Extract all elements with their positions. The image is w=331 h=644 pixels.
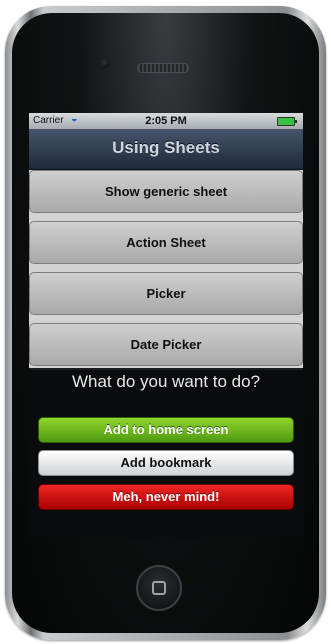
action-sheet: What do you want to do? Add to home scre… xyxy=(29,368,303,537)
action-sheet-title: What do you want to do? xyxy=(71,372,261,391)
home-button[interactable] xyxy=(136,565,182,611)
status-bar: Carrier ◒ 2:05 PM xyxy=(29,113,303,129)
add-to-home-screen-button[interactable]: Add to home screen xyxy=(38,417,294,443)
sheets-list: Show generic sheet Action Sheet Picker D… xyxy=(29,170,303,370)
battery-icon xyxy=(277,117,297,126)
list-item-picker[interactable]: Picker xyxy=(29,272,303,315)
page-title: Using Sheets xyxy=(112,138,220,157)
status-time: 2:05 PM xyxy=(145,115,187,127)
cancel-button[interactable]: Meh, never mind! xyxy=(38,484,294,510)
list-item-show-generic-sheet[interactable]: Show generic sheet xyxy=(29,170,303,213)
front-camera-icon xyxy=(100,58,110,68)
home-square-icon xyxy=(152,581,166,595)
list-item-date-picker[interactable]: Date Picker xyxy=(29,323,303,366)
earpiece-speaker xyxy=(137,63,189,73)
device-screen: Carrier ◒ 2:05 PM Using Sheets Show gene… xyxy=(29,113,303,537)
navigation-bar: Using Sheets xyxy=(29,129,303,170)
add-bookmark-button[interactable]: Add bookmark xyxy=(38,450,294,476)
list-item-action-sheet[interactable]: Action Sheet xyxy=(29,221,303,264)
